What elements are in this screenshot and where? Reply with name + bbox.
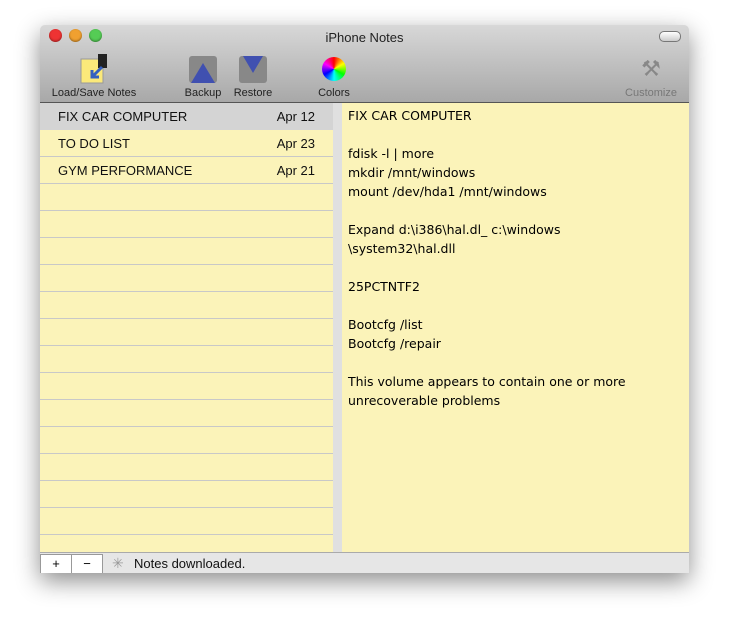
note-title: FIX CAR COMPUTER: [58, 109, 188, 124]
add-note-button[interactable]: +: [40, 554, 72, 573]
notepad-icon: [78, 53, 110, 85]
restore-drive-icon: [237, 53, 269, 85]
remove-note-button[interactable]: −: [71, 554, 103, 573]
split-divider[interactable]: [333, 103, 342, 552]
window-title: iPhone Notes: [325, 30, 404, 45]
load-save-button[interactable]: Load/Save Notes: [48, 53, 140, 99]
note-date: Apr 12: [276, 109, 315, 124]
restore-button[interactable]: Restore: [230, 53, 276, 99]
restore-label: Restore: [233, 87, 273, 99]
note-row[interactable]: TO DO LIST Apr 23: [40, 130, 333, 157]
backup-drive-icon: [187, 53, 219, 85]
toolbar-toggle-button[interactable]: [659, 31, 681, 42]
app-window: iPhone Notes Load/Save Notes Backup Rest…: [40, 25, 689, 573]
note-title: TO DO LIST: [58, 136, 130, 151]
note-row[interactable]: FIX CAR COMPUTER Apr 12: [40, 103, 333, 130]
tools-icon: ⚒: [641, 56, 661, 81]
note-editor[interactable]: FIX CAR COMPUTER fdisk -l | more mkdir /…: [342, 103, 689, 552]
status-bar: + − ✳ Notes downloaded.: [40, 552, 689, 573]
load-save-label: Load/Save Notes: [51, 87, 137, 99]
note-content[interactable]: FIX CAR COMPUTER fdisk -l | more mkdir /…: [342, 103, 689, 413]
status-text: Notes downloaded.: [134, 556, 246, 571]
backup-button[interactable]: Backup: [183, 53, 223, 99]
customize-label: Customize: [625, 87, 677, 99]
backup-label: Backup: [184, 87, 222, 99]
colors-label: Colors: [318, 87, 350, 99]
note-date: Apr 23: [276, 136, 315, 151]
spinner-icon: ✳: [112, 555, 124, 571]
notes-list[interactable]: FIX CAR COMPUTER Apr 12 TO DO LIST Apr 23 …: [40, 103, 333, 552]
note-row[interactable]: GYM PERFORMANCE Apr 21: [40, 157, 333, 184]
customize-button[interactable]: ⚒ Customize: [620, 53, 682, 99]
note-title: GYM PERFORMANCE: [58, 163, 193, 178]
colors-button[interactable]: Colors: [314, 53, 354, 99]
note-date: Apr 21: [276, 163, 315, 178]
toolbar: iPhone Notes Load/Save Notes Backup Rest…: [40, 25, 689, 103]
color-wheel-icon: [318, 53, 350, 85]
